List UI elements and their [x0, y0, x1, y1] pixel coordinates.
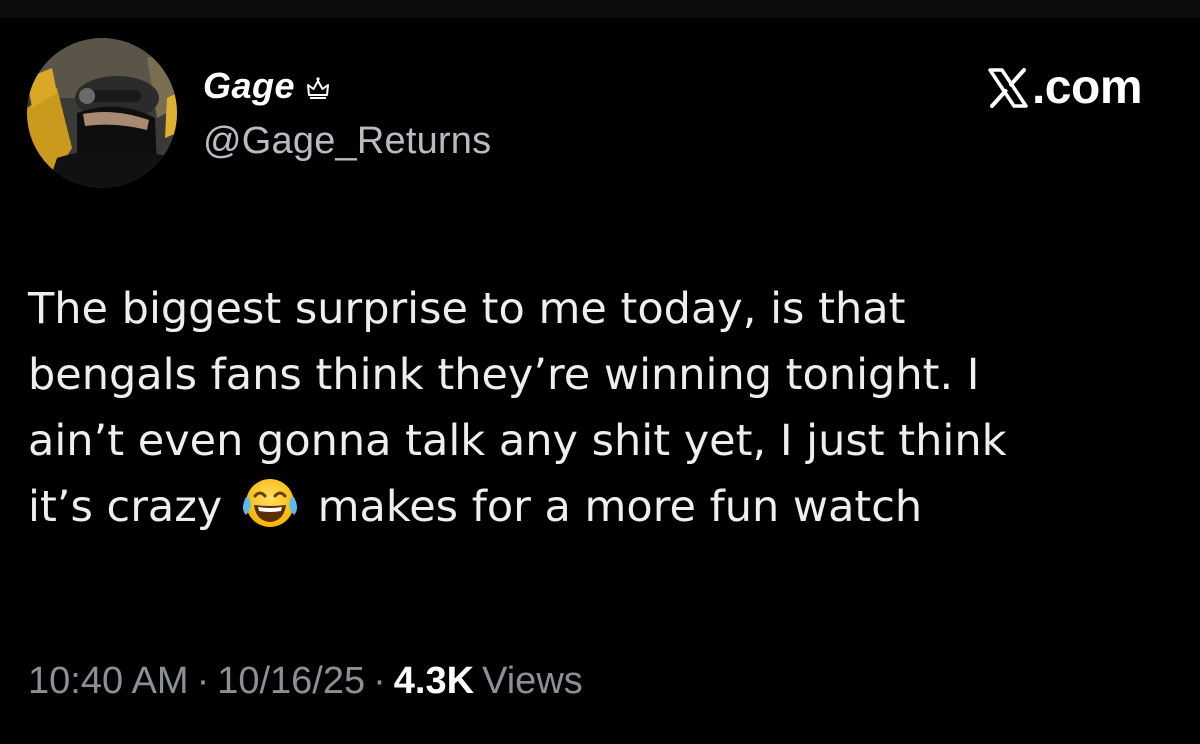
meta-separator: · — [373, 660, 386, 702]
x-logo-icon — [986, 66, 1030, 110]
brand-watermark: .com — [986, 60, 1143, 115]
post-time[interactable]: 10:40 AM — [28, 660, 189, 703]
top-edge-strip — [0, 0, 1200, 18]
post-text-line: bengals fans think they’re winning tonig… — [28, 350, 980, 400]
display-name[interactable]: Gage — [203, 65, 295, 107]
post-text-fragment: makes for a more fun watch — [317, 482, 923, 532]
face-with-tears-of-joy-icon — [242, 475, 298, 531]
post-date[interactable]: 10/16/25 — [217, 660, 365, 703]
author-handle[interactable]: @Gage_Returns — [203, 120, 491, 163]
post-text-line-last: it’s crazy makes for a more fun watch — [28, 474, 1178, 540]
post-text-line: The biggest surprise to me today, is tha… — [28, 284, 906, 334]
post-body: The biggest surprise to me today, is tha… — [28, 276, 1178, 540]
author-name-row[interactable]: Gage — [203, 65, 331, 107]
views-count[interactable]: 4.3K — [394, 660, 474, 703]
post-text-line: ain’t even gonna talk any shit yet, I ju… — [28, 416, 1007, 466]
post-text-fragment: it’s crazy — [28, 482, 223, 532]
avatar-photo — [27, 38, 177, 188]
views-label: Views — [482, 660, 583, 702]
avatar[interactable] — [27, 38, 177, 188]
crown-icon — [305, 75, 331, 101]
post-meta: 10:40 AM · 10/16/25 · 4.3K Views — [28, 660, 583, 703]
brand-domain-label: .com — [1031, 61, 1143, 114]
meta-separator: · — [196, 660, 210, 702]
